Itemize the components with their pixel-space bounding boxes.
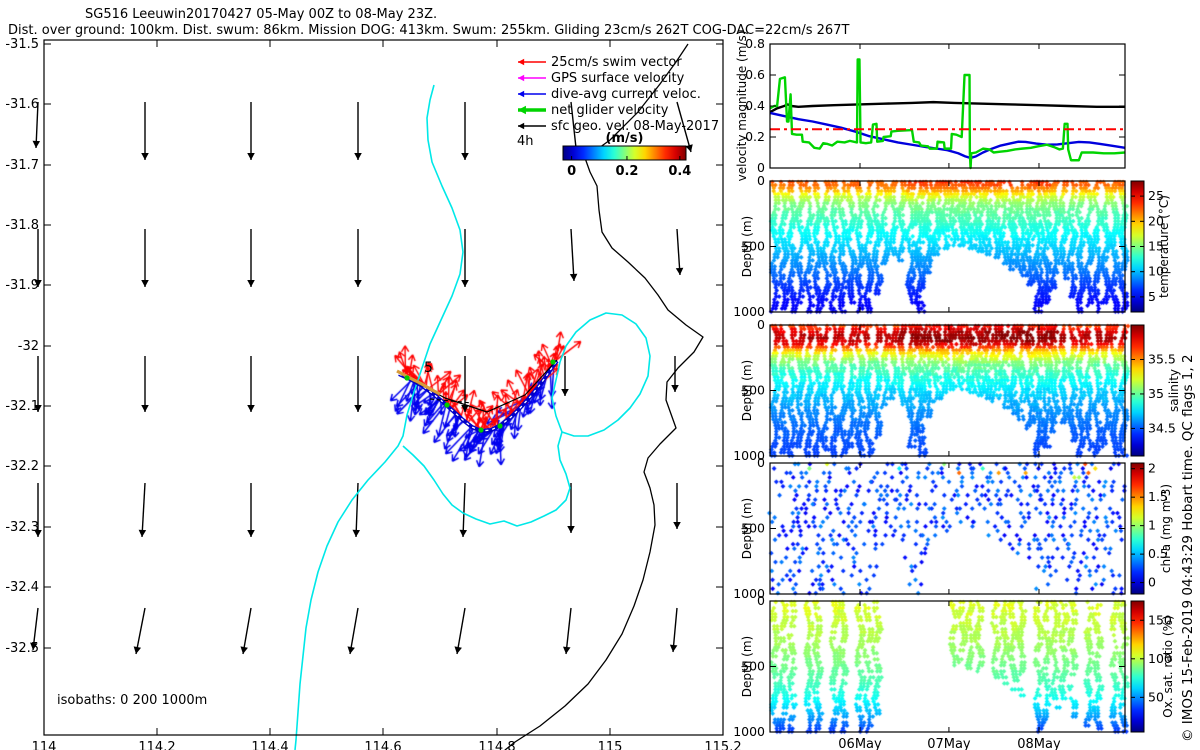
svg-text:-32.1: -32.1: [5, 399, 39, 414]
svg-text:-31.7: -31.7: [5, 158, 39, 173]
svg-text:temperature (°C): temperature (°C): [1157, 195, 1171, 298]
svg-text:chl-a (mg m-3): chl-a (mg m-3): [1159, 484, 1173, 573]
svg-text:© IMOS 15-Feb-2019 04:43:29 Ho: © IMOS 15-Feb-2019 04:43:29 Hobart time.…: [1180, 354, 1196, 742]
svg-text:114.4: 114.4: [251, 740, 288, 750]
temperature-colorbar: 510152025temperature (°C): [1131, 181, 1171, 312]
svg-text:35: 35: [1148, 386, 1164, 401]
svg-text:2: 2: [1148, 461, 1156, 476]
salinity-panel: 05001000Depth (m)34.53535.5salinity: [733, 317, 1181, 463]
svg-text:isobaths: 0 200 1000m: isobaths: 0 200 1000m: [57, 693, 207, 708]
svg-text:115: 115: [598, 740, 623, 750]
svg-text:07May: 07May: [927, 737, 971, 750]
salinity-colorbar: 34.5 35 35.5 salinity: [1131, 325, 1181, 456]
svg-text:-31.9: -31.9: [5, 278, 39, 293]
svg-text:dive-avg current veloc.: dive-avg current veloc.: [551, 87, 701, 102]
oxygen-panel: 06May07May08May05001000Depth (m)50100150…: [733, 593, 1175, 750]
svg-text:114.6: 114.6: [364, 740, 401, 750]
svg-text:Depth (m): Depth (m): [740, 216, 754, 277]
svg-text:35.5: 35.5: [1148, 351, 1176, 366]
svg-text:0: 0: [757, 173, 765, 188]
svg-text:5: 5: [1148, 289, 1156, 304]
svg-text:(m/s): (m/s): [606, 131, 644, 146]
map-grid-arrows: [30, 102, 693, 654]
temperature-panel: 05001000Depth (m)510152025temperature (°…: [733, 173, 1171, 319]
svg-text:-32.5: -32.5: [5, 641, 39, 656]
legend-colorbar: 0 0.2 0.4: [563, 146, 691, 179]
svg-text:114: 114: [32, 740, 57, 750]
svg-text:salinity: salinity: [1167, 369, 1181, 412]
svg-text:1000: 1000: [733, 724, 765, 739]
svg-text:Depth (m): Depth (m): [740, 498, 754, 559]
svg-text:GPS surface velocity: GPS surface velocity: [551, 71, 685, 86]
svg-text:0: 0: [757, 593, 765, 608]
svg-text:5: 5: [424, 360, 433, 376]
svg-text:0: 0: [567, 164, 576, 179]
svg-text:114.8: 114.8: [478, 740, 515, 750]
chla-panel: 05001000Depth (m)00.511.52chl-a (mg m-3): [733, 455, 1173, 601]
svg-text:1: 1: [1148, 518, 1156, 533]
svg-text:-31.6: -31.6: [5, 97, 39, 112]
figure-window: SG516 Leeuwin20170427 05-May 00Z to 08-M…: [0, 0, 1200, 750]
svg-text:net glider velocity: net glider velocity: [551, 103, 669, 118]
svg-text:-32.4: -32.4: [5, 580, 39, 595]
svg-text:0: 0: [757, 455, 765, 470]
svg-text:-32.3: -32.3: [5, 520, 39, 535]
velocity-panel: 00.20.40.60.8velocity magnitude (m/s): [735, 31, 1125, 182]
svg-text:Ox. sat. ratio (%): Ox. sat. ratio (%): [1161, 615, 1175, 717]
svg-text:-31.8: -31.8: [5, 218, 39, 233]
svg-text:34.5: 34.5: [1148, 420, 1176, 435]
svg-text:Depth (m): Depth (m): [740, 360, 754, 421]
chla-colorbar: 00.511.52chl-a (mg m-3): [1131, 461, 1173, 594]
svg-text:08May: 08May: [1017, 737, 1061, 750]
svg-text:114.2: 114.2: [138, 740, 175, 750]
svg-text:0.4: 0.4: [668, 164, 691, 179]
map-legend: 25cm/s swim vectorGPS surface velocitydi…: [517, 55, 719, 179]
figure-svg: 5 114 114.2 114.4 114.6 114.8 115 115.2 -31.5 -31…: [0, 0, 1200, 750]
svg-text:0: 0: [1148, 575, 1156, 590]
svg-text:-31.5: -31.5: [5, 37, 39, 52]
svg-text:-32.2: -32.2: [5, 459, 39, 474]
imos-caption: © IMOS 15-Feb-2019 04:43:29 Hobart time.…: [1180, 354, 1196, 742]
svg-text:0.2: 0.2: [615, 164, 638, 179]
svg-text:velocity magnitude (m/s): velocity magnitude (m/s): [735, 31, 749, 182]
svg-text:-32: -32: [18, 339, 39, 354]
oxygen-colorbar: 50100150Ox. sat. ratio (%): [1131, 601, 1175, 732]
svg-text:0: 0: [757, 317, 765, 332]
map-plot: 5 114 114.2 114.4 114.6 114.8 115 115.2 -31.5 -31…: [5, 37, 741, 750]
svg-text:06May: 06May: [838, 737, 882, 750]
svg-text:Depth (m): Depth (m): [740, 636, 754, 697]
svg-text:115.2: 115.2: [704, 740, 741, 750]
svg-text:4h: 4h: [517, 134, 534, 149]
svg-text:25cm/s swim vector: 25cm/s swim vector: [551, 55, 682, 70]
